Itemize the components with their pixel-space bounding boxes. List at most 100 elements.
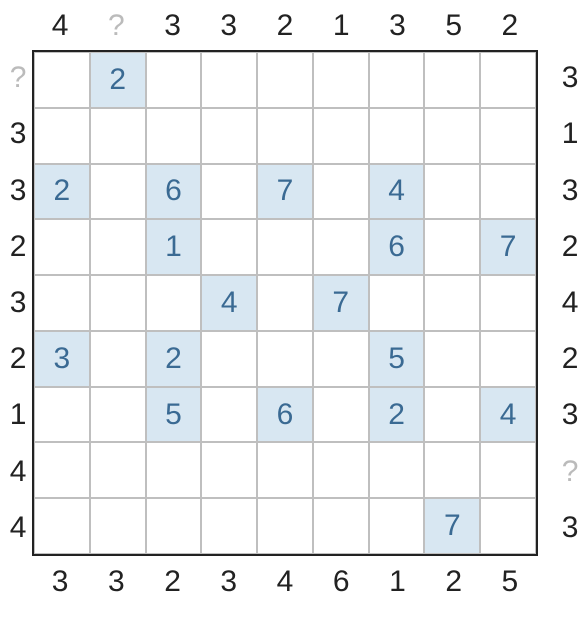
cell-r3-c6[interactable]: 6 <box>369 219 425 275</box>
cell-r2-c2[interactable]: 6 <box>146 164 202 220</box>
cell-r3-c7[interactable] <box>424 219 480 275</box>
clue-left-8: 4 <box>0 500 46 556</box>
cell-r7-c3[interactable] <box>201 442 257 498</box>
cell-r2-c4[interactable]: 7 <box>257 164 313 220</box>
cell-r3-c2[interactable]: 1 <box>146 219 202 275</box>
cell-r7-c8[interactable] <box>480 442 536 498</box>
clue-top-5: 1 <box>313 0 369 54</box>
cell-r6-c3[interactable] <box>201 387 257 443</box>
clue-top-0: 4 <box>32 0 88 54</box>
cell-r6-c8[interactable]: 4 <box>480 387 536 443</box>
clue-left-4: 3 <box>0 275 46 331</box>
cell-r6-c7[interactable] <box>424 387 480 443</box>
clue-left-2: 3 <box>0 162 46 218</box>
cell-r8-c8[interactable] <box>480 498 536 554</box>
cell-r1-c3[interactable] <box>201 108 257 164</box>
cell-r1-c1[interactable] <box>90 108 146 164</box>
clue-left-5: 2 <box>0 331 46 387</box>
cell-r2-c8[interactable] <box>480 164 536 220</box>
cell-r2-c6[interactable]: 4 <box>369 164 425 220</box>
cell-r0-c7[interactable] <box>424 52 480 108</box>
clue-left-7: 4 <box>0 444 46 500</box>
cell-r2-c7[interactable] <box>424 164 480 220</box>
clue-bottom-0: 3 <box>32 554 88 610</box>
cell-r4-c1[interactable] <box>90 275 146 331</box>
cell-r7-c5[interactable] <box>313 442 369 498</box>
clue-right-3: 2 <box>542 219 588 275</box>
cell-r6-c5[interactable] <box>313 387 369 443</box>
cell-r6-c4[interactable]: 6 <box>257 387 313 443</box>
cell-r6-c6[interactable]: 2 <box>369 387 425 443</box>
clue-left-3: 2 <box>0 219 46 275</box>
cell-r0-c8[interactable] <box>480 52 536 108</box>
cell-r4-c7[interactable] <box>424 275 480 331</box>
cell-r7-c2[interactable] <box>146 442 202 498</box>
clue-left-0: ? <box>0 50 46 106</box>
cell-r5-c5[interactable] <box>313 331 369 387</box>
cell-r4-c3[interactable]: 4 <box>201 275 257 331</box>
cell-r8-c1[interactable] <box>90 498 146 554</box>
cell-r2-c5[interactable] <box>313 164 369 220</box>
cell-r4-c4[interactable] <box>257 275 313 331</box>
cell-r1-c8[interactable] <box>480 108 536 164</box>
cell-r1-c5[interactable] <box>313 108 369 164</box>
cell-r4-c2[interactable] <box>146 275 202 331</box>
cell-r5-c7[interactable] <box>424 331 480 387</box>
clue-right-5: 2 <box>542 331 588 387</box>
cell-r5-c1[interactable] <box>90 331 146 387</box>
clue-bottom-2: 2 <box>144 554 200 610</box>
clue-right-7: ? <box>542 444 588 500</box>
cell-r8-c2[interactable] <box>146 498 202 554</box>
cell-r3-c8[interactable]: 7 <box>480 219 536 275</box>
cell-r0-c1[interactable]: 2 <box>90 52 146 108</box>
cell-r3-c5[interactable] <box>313 219 369 275</box>
clue-top-4: 2 <box>257 0 313 54</box>
cell-r7-c6[interactable] <box>369 442 425 498</box>
cell-r5-c4[interactable] <box>257 331 313 387</box>
cell-r7-c7[interactable] <box>424 442 480 498</box>
cell-r5-c6[interactable]: 5 <box>369 331 425 387</box>
cell-r4-c8[interactable] <box>480 275 536 331</box>
cell-r2-c3[interactable] <box>201 164 257 220</box>
cell-r7-c4[interactable] <box>257 442 313 498</box>
cell-r8-c7[interactable]: 7 <box>424 498 480 554</box>
clue-bottom-7: 2 <box>426 554 482 610</box>
cell-r1-c4[interactable] <box>257 108 313 164</box>
cell-r3-c3[interactable] <box>201 219 257 275</box>
cell-r8-c3[interactable] <box>201 498 257 554</box>
cell-r2-c1[interactable] <box>90 164 146 220</box>
cell-r3-c4[interactable] <box>257 219 313 275</box>
clue-bottom-5: 6 <box>313 554 369 610</box>
clue-bottom-6: 1 <box>369 554 425 610</box>
clue-bottom-4: 4 <box>257 554 313 610</box>
cell-r0-c5[interactable] <box>313 52 369 108</box>
cell-r5-c2[interactable]: 2 <box>146 331 202 387</box>
clue-right-4: 4 <box>542 275 588 331</box>
clue-top-8: 2 <box>482 0 538 54</box>
cell-r8-c6[interactable] <box>369 498 425 554</box>
cell-r1-c6[interactable] <box>369 108 425 164</box>
clue-bottom-3: 3 <box>201 554 257 610</box>
clue-bottom-1: 3 <box>88 554 144 610</box>
cell-r0-c4[interactable] <box>257 52 313 108</box>
cell-r8-c4[interactable] <box>257 498 313 554</box>
clue-top-6: 3 <box>369 0 425 54</box>
cell-r0-c6[interactable] <box>369 52 425 108</box>
cell-r1-c2[interactable] <box>146 108 202 164</box>
cell-r5-c8[interactable] <box>480 331 536 387</box>
clue-bottom-8: 5 <box>482 554 538 610</box>
cell-r0-c3[interactable] <box>201 52 257 108</box>
cell-r4-c5[interactable]: 7 <box>313 275 369 331</box>
cell-r0-c2[interactable] <box>146 52 202 108</box>
cell-r7-c1[interactable] <box>90 442 146 498</box>
cell-r6-c1[interactable] <box>90 387 146 443</box>
cell-r1-c7[interactable] <box>424 108 480 164</box>
skyscraper-puzzle: 226741674732556247 4?3321352332346125?33… <box>0 0 588 620</box>
cell-r4-c6[interactable] <box>369 275 425 331</box>
cell-r6-c2[interactable]: 5 <box>146 387 202 443</box>
cell-r3-c1[interactable] <box>90 219 146 275</box>
clue-right-8: 3 <box>542 500 588 556</box>
cell-r8-c5[interactable] <box>313 498 369 554</box>
cell-r5-c3[interactable] <box>201 331 257 387</box>
clue-right-1: 1 <box>542 106 588 162</box>
